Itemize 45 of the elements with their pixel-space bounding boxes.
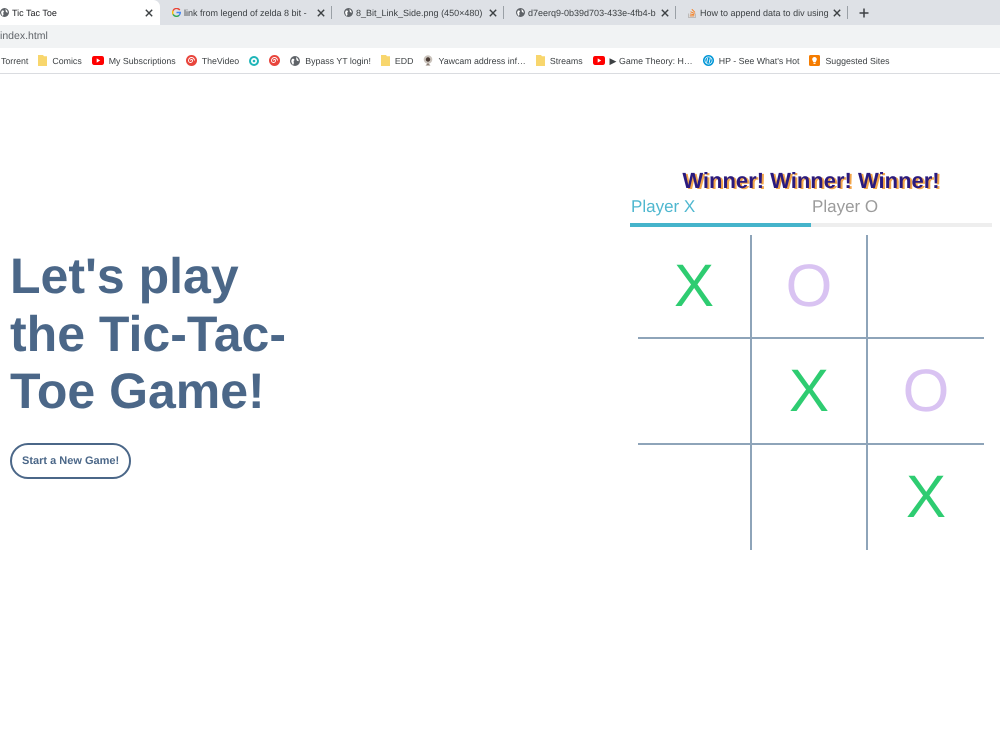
round-logo-icon xyxy=(702,55,714,66)
browser-tab[interactable]: d7eerq9-0b39d703-433e-4fb4-b xyxy=(504,0,676,25)
plus-icon[interactable] xyxy=(859,8,869,18)
browser-tab[interactable]: link from legend of zelda 8 bit - xyxy=(160,0,332,25)
bookmark[interactable]: ▶ Game Theory: H… xyxy=(592,56,693,66)
bookmark[interactable]: My Subscriptions xyxy=(92,56,176,66)
browser-tab[interactable]: How to append data to div using xyxy=(676,0,848,25)
browser-tab[interactable]: Tic Tac Toe xyxy=(0,0,160,25)
globe-icon xyxy=(344,8,353,17)
close-icon[interactable] xyxy=(317,8,325,16)
play-icon xyxy=(592,56,605,65)
bookmark[interactable]: Bypass YT login! xyxy=(290,56,371,66)
page-heading: Let's play the Tic-Tac-Toe Game! xyxy=(10,248,287,420)
folder-icon xyxy=(536,55,545,66)
bookmark[interactable]: EDD xyxy=(380,55,414,66)
ring-icon xyxy=(249,56,260,66)
bookmark[interactable]: HP - See What's Hot xyxy=(702,55,800,66)
lightbulb-icon xyxy=(809,55,820,66)
bookmark[interactable]: Suggested Sites xyxy=(809,55,890,66)
play-icon xyxy=(92,56,104,65)
bookmark[interactable]: Torrent xyxy=(1,56,28,66)
browser-tab[interactable]: 8_Bit_Link_Side.png (450×480) xyxy=(332,0,504,25)
new-game-button[interactable]: Start a New Game! xyxy=(10,442,132,478)
folder-icon xyxy=(380,55,390,66)
folder-icon xyxy=(38,55,48,66)
close-icon[interactable] xyxy=(145,8,153,16)
bookmark[interactable]: Streams xyxy=(536,55,583,66)
winner-message: Winner! Winner! Winner! xyxy=(682,168,940,193)
globe-icon xyxy=(0,8,9,17)
close-icon[interactable] xyxy=(489,8,497,16)
close-icon[interactable] xyxy=(661,8,669,16)
globe-icon xyxy=(290,56,300,66)
webcam-icon xyxy=(423,55,434,66)
bookmark[interactable] xyxy=(269,55,280,66)
close-icon[interactable] xyxy=(833,8,841,16)
globe-icon xyxy=(516,8,525,17)
stack-icon xyxy=(688,8,697,18)
swirl-icon xyxy=(269,55,280,66)
bookmark[interactable]: Comics xyxy=(38,55,82,66)
bookmark[interactable]: Yawcam address inf… xyxy=(423,55,526,66)
g-logo-icon xyxy=(172,8,181,17)
board-cell[interactable] xyxy=(638,338,752,445)
address-field[interactable]: index.html xyxy=(0,25,1000,48)
bookmark[interactable]: TheVideo xyxy=(186,55,240,66)
swirl-icon xyxy=(186,55,197,66)
